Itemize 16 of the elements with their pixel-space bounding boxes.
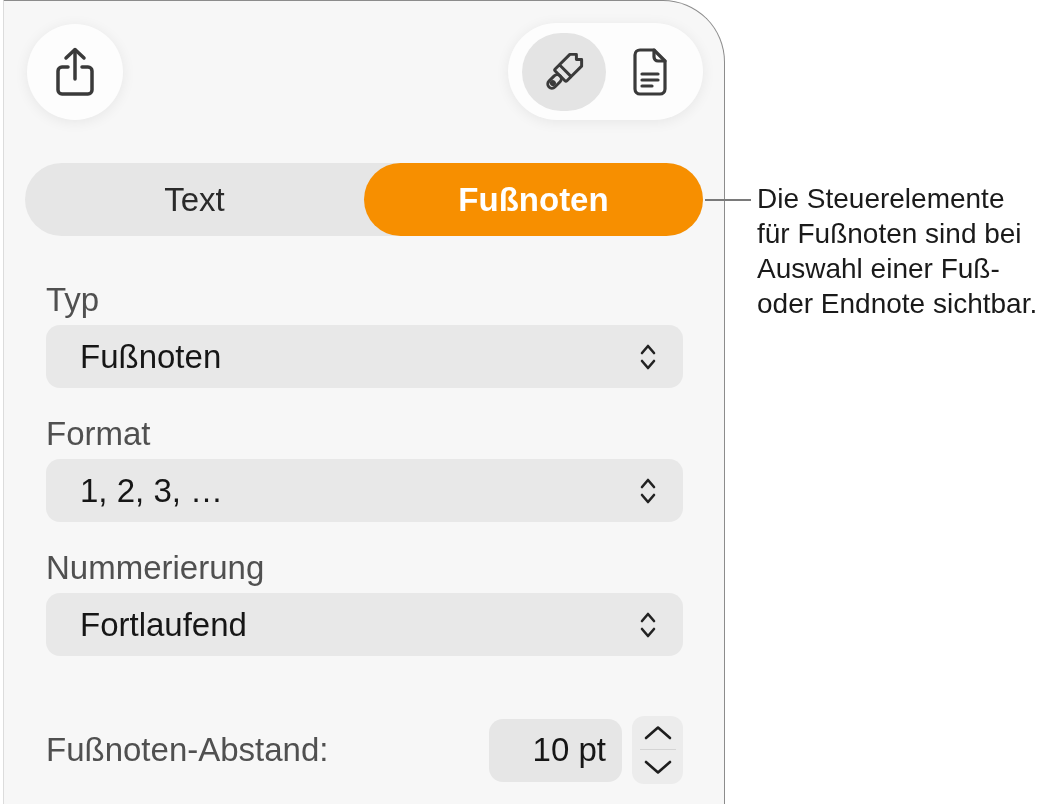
spacing-input[interactable]: 10 pt [489, 718, 622, 782]
spacing-label: Fußnoten-Abstand: [46, 730, 329, 770]
dropdown[interactable]: Fortlaufend [46, 593, 683, 656]
callout-line [705, 199, 751, 201]
chevron-up-icon [642, 725, 673, 740]
format-inspector-button[interactable] [522, 32, 606, 111]
field-label: Format [46, 414, 151, 454]
field-label: Typ [46, 280, 100, 320]
dropdown[interactable]: 1, 2, 3, … [46, 459, 683, 522]
tab[interactable]: Text [25, 163, 364, 236]
callout-text: Die Steuerelemente für Fußnoten sind bei Auswahl einer Fuß- oder Endnote sichtbar. [757, 182, 1038, 321]
chevron-down-icon [642, 759, 673, 775]
document-icon [632, 47, 668, 96]
share-icon [55, 46, 95, 97]
field-label: Nummerierung [46, 548, 265, 588]
dropdown[interactable]: Fußnoten [46, 325, 683, 388]
